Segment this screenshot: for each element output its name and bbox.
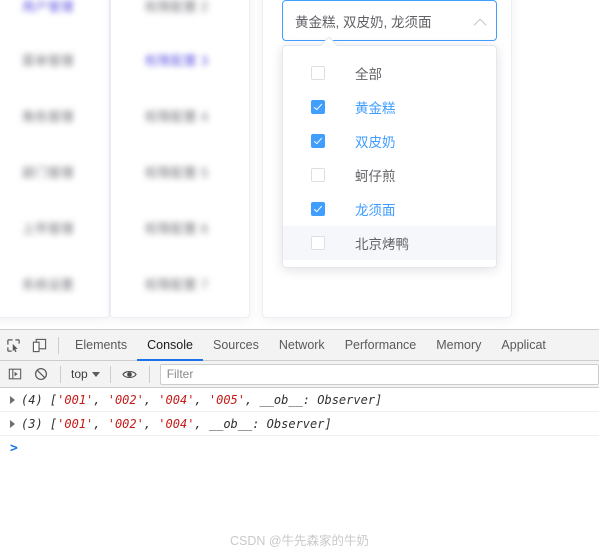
blurred-menu-item[interactable]: 上传管理 [22, 218, 74, 237]
select-option-all[interactable]: 全部 [283, 56, 496, 90]
tab-sources[interactable]: Sources [203, 330, 269, 361]
multi-select[interactable]: 黄金糕, 双皮奶, 龙须面 全部 黄金糕 双皮奶 蚵仔煎 龙须面 北京烤鸭 [282, 0, 497, 268]
card-middle [110, 0, 250, 318]
tab-console[interactable]: Console [137, 330, 203, 361]
log-array-count: (4) [21, 392, 43, 407]
select-option-label: 北京烤鸭 [355, 237, 409, 252]
console-filter-input[interactable]: Filter [159, 363, 599, 385]
console-toolbar-divider [60, 365, 61, 383]
live-expression-eye-icon[interactable] [117, 361, 143, 387]
console-toolbar: top Filter [0, 361, 599, 388]
devtools-tabbar: Elements Console Sources Network Perform… [0, 330, 599, 361]
select-option-kezaijian[interactable]: 蚵仔煎 [283, 158, 496, 192]
clear-console-icon[interactable] [28, 361, 54, 387]
select-option-label: 双皮奶 [355, 135, 396, 150]
blurred-list-item[interactable]: 权限配置 4 [145, 106, 208, 125]
blurred-list-item[interactable]: 权限配置 6 [145, 218, 208, 237]
chevron-down-icon[interactable] [91, 371, 100, 377]
devtools-panel: Elements Console Sources Network Perform… [0, 329, 599, 557]
log-tail: , __ob__: Observer] [245, 392, 383, 407]
inspect-element-icon[interactable] [0, 332, 26, 358]
checkbox-icon[interactable] [311, 66, 325, 80]
select-option-longxumian[interactable]: 龙须面 [283, 192, 496, 226]
checkbox-checked-icon[interactable] [311, 100, 325, 114]
select-option-list: 全部 黄金糕 双皮奶 蚵仔煎 龙须面 北京烤鸭 [283, 52, 496, 260]
execution-context-label: top [71, 367, 88, 381]
blurred-list-item[interactable]: 权限配置 7 [145, 274, 208, 293]
log-comma: , [143, 416, 159, 431]
log-open-bracket: [ [42, 416, 58, 431]
console-sidebar-icon[interactable] [2, 361, 28, 387]
log-comma: , [143, 392, 159, 407]
blurred-list-item[interactable]: 权限配置 2 [145, 0, 208, 15]
blurred-menu-item[interactable]: 用户管理 [22, 0, 74, 15]
toolbar-divider [58, 336, 59, 354]
select-option-beijingkaoya[interactable]: 北京烤鸭 [283, 226, 496, 260]
checkbox-checked-icon[interactable] [311, 202, 325, 216]
screenshot-root: 用户管理 菜单管理 角色管理 部门管理 上传管理 系统设置 权限配置 2 权限配… [0, 0, 599, 557]
log-array-item: '005' [208, 392, 245, 407]
log-comma: , [93, 392, 108, 407]
log-comma: , [194, 392, 209, 407]
log-array-item: '001' [57, 392, 94, 407]
device-toolbar-icon[interactable] [26, 332, 52, 358]
watermark: CSDN @牛先森家的牛奶 [229, 534, 370, 548]
tab-elements[interactable]: Elements [65, 330, 137, 361]
log-array-item: '004' [158, 416, 195, 431]
select-value: 黄金糕, 双皮奶, 龙须面 [295, 14, 432, 30]
prompt-caret-icon: > [10, 440, 18, 456]
select-option-label: 蚵仔煎 [355, 169, 396, 184]
chevron-up-icon[interactable] [473, 18, 487, 31]
console-log-row[interactable]: (4) [ '001' , '002' , '004' , '005' , __… [0, 388, 599, 412]
select-option-shuangpinai[interactable]: 双皮奶 [283, 124, 496, 158]
select-option-label: 全部 [355, 67, 382, 82]
log-array-item: '004' [158, 392, 195, 407]
select-option-label: 黄金糕 [355, 101, 396, 116]
blurred-menu-item[interactable]: 菜单管理 [22, 50, 74, 69]
app-area: 用户管理 菜单管理 角色管理 部门管理 上传管理 系统设置 权限配置 2 权限配… [0, 0, 599, 329]
expand-arrow-icon[interactable] [10, 395, 15, 404]
log-array-item: '001' [57, 416, 94, 431]
blurred-list-item[interactable]: 权限配置 3 [145, 50, 208, 69]
log-open-bracket: [ [42, 392, 58, 407]
log-array-item: '002' [107, 416, 144, 431]
execution-context-selector[interactable]: top [67, 367, 104, 381]
checkbox-icon[interactable] [311, 236, 325, 250]
card-left [0, 0, 110, 318]
console-filter-placeholder: Filter [166, 367, 194, 381]
log-array-count: (3) [21, 416, 43, 431]
console-log-row[interactable]: (3) [ '001' , '002' , '004' , __ob__: Ob… [0, 412, 599, 436]
select-option-huangjingao[interactable]: 黄金糕 [283, 90, 496, 124]
tab-performance[interactable]: Performance [335, 330, 427, 361]
tab-network[interactable]: Network [269, 330, 335, 361]
expand-arrow-icon[interactable] [10, 419, 15, 428]
blurred-list-item[interactable]: 权限配置 5 [145, 162, 208, 181]
blurred-menu-item[interactable]: 系统设置 [22, 274, 74, 293]
console-toolbar-divider [148, 365, 150, 383]
tab-application[interactable]: Applicat [491, 330, 555, 361]
select-dropdown: 全部 黄金糕 双皮奶 蚵仔煎 龙须面 北京烤鸭 [282, 36, 497, 268]
blurred-menu-item[interactable]: 角色管理 [22, 106, 74, 125]
tab-memory[interactable]: Memory [426, 330, 491, 361]
blurred-menu-item[interactable]: 部门管理 [22, 162, 74, 181]
log-comma: , [93, 416, 108, 431]
log-array-item: '002' [107, 392, 144, 407]
checkbox-checked-icon[interactable] [311, 134, 325, 148]
checkbox-icon[interactable] [311, 168, 325, 182]
select-input[interactable]: 黄金糕, 双皮奶, 龙须面 [282, 0, 497, 41]
console-toolbar-divider [109, 365, 111, 383]
console-prompt[interactable]: > [0, 436, 599, 460]
select-option-label: 龙须面 [355, 203, 396, 218]
log-tail: , __ob__: Observer] [194, 416, 332, 431]
